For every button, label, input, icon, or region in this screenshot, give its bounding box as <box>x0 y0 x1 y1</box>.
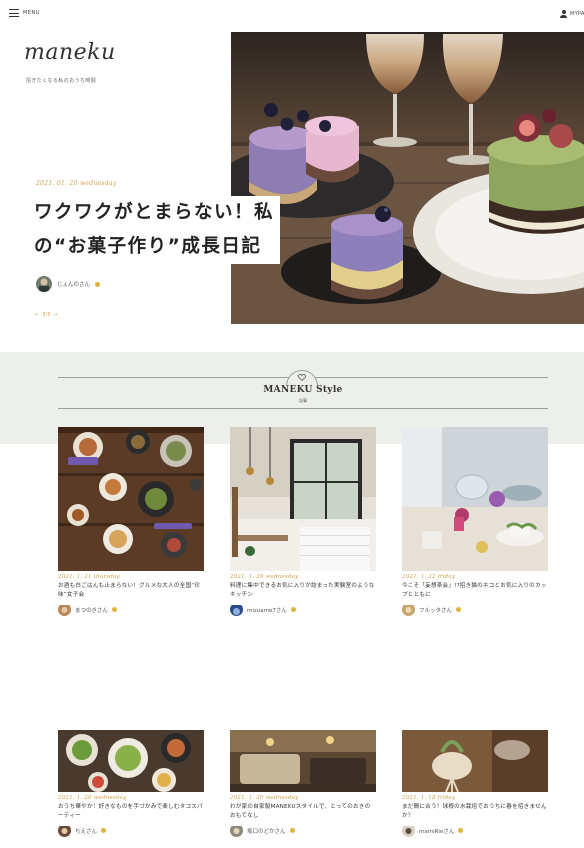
verified-badge-icon <box>290 607 296 612</box>
logo-text: maneku <box>24 40 116 65</box>
avatar <box>402 824 415 837</box>
hero-author[interactable]: じょんのさん <box>36 276 101 292</box>
hamburger-icon <box>9 9 19 18</box>
avatar <box>230 603 243 616</box>
article-card[interactable]: 2021. 1. 22 friday 今こそ「妄想茶会」!?招き猫のネコとお気に… <box>402 427 548 616</box>
article-author[interactable]: フルッタさん <box>402 603 548 616</box>
avatar <box>402 603 415 616</box>
article-card[interactable]: 2021. 1. 20 wednesday わが家の自家製MANEKUスタイルで… <box>230 730 376 837</box>
hero-title[interactable]: ワクワクがとまらない！私 の“お菓子作り”成長日記 <box>30 196 281 264</box>
article-card[interactable]: 2021. 1. 20 wednesday おうち華やか！好きなものを手づかみで… <box>58 730 204 837</box>
article-author[interactable]: 坂口のどかさん <box>230 824 376 837</box>
article-title: 料理に集中できるお気に入りが詰まった実験室のようなキッチン <box>230 583 375 598</box>
section-header: MANEKU Style 記事 <box>58 370 548 409</box>
author-name: まつのきさん <box>75 607 108 614</box>
article-title: 今こそ「妄想茶会」!?招き猫のネコとお気に入りのカップとともに <box>402 583 547 598</box>
avatar <box>230 824 243 837</box>
article-title: まだ間に合う！球根の水栽培でおうちに春を招きませんか？ <box>402 804 547 819</box>
article-author[interactable]: mizuame7さん <box>230 603 376 616</box>
avatar <box>36 276 52 292</box>
site-tagline: 招きたくなる私のおうち時間 <box>26 78 97 84</box>
hero-date: 2021. 01. 20 wednesday <box>36 180 117 187</box>
verified-badge-icon <box>458 828 464 833</box>
article-author[interactable]: ちえさん <box>58 824 204 837</box>
article-date: 2021. 1. 21 thursday <box>58 574 120 580</box>
verified-badge-icon <box>101 828 107 833</box>
article-thumbnail <box>230 730 376 792</box>
article-thumbnail <box>230 427 376 571</box>
article-card[interactable]: 2021. 1. 18 friday まだ間に合う！球根の水栽培でおうちに春を招… <box>402 730 548 837</box>
menu-button[interactable]: MENU <box>9 9 40 18</box>
article-date: 2021. 1. 18 friday <box>402 795 456 801</box>
article-date: 2021. 1. 22 friday <box>402 574 456 580</box>
author-name: mizuame7さん <box>247 607 287 614</box>
menu-label: MENU <box>23 10 40 16</box>
article-title: お酒も白ごはんも止まらない！グルメな大人の全国“珍味”女子会 <box>58 583 201 598</box>
person-icon <box>560 10 567 18</box>
next-arrow-icon[interactable]: → <box>53 312 57 318</box>
verified-badge-icon <box>111 607 117 612</box>
author-name: ちえさん <box>75 828 98 835</box>
author-name: じょんのさん <box>57 282 91 288</box>
article-thumbnail <box>402 730 548 792</box>
section-title: MANEKU Style <box>263 385 343 395</box>
hero-pager: ← 3/3 → <box>35 312 57 318</box>
hero-title-line-2: の“お菓子作り”成長日記 <box>30 230 281 264</box>
article-thumbnail <box>402 427 548 571</box>
avatar <box>58 824 71 837</box>
site-logo[interactable]: maneku <box>24 40 116 65</box>
pager-count: 3/3 <box>42 312 51 318</box>
author-name: 坂口のどかさん <box>247 828 286 835</box>
verified-badge-icon <box>456 607 462 612</box>
avatar <box>58 603 71 616</box>
article-card[interactable]: 2021. 1. 21 thursday お酒も白ごはんも止まらない！グルメな大… <box>58 427 204 616</box>
article-author[interactable]: mamiRieさん <box>402 824 548 837</box>
article-author[interactable]: まつのきさん <box>58 603 204 616</box>
hero-cakes-illustration <box>231 32 584 324</box>
mypage-label: MYPAGE <box>570 11 584 17</box>
article-card[interactable]: 2021. 1. 20 wednesday 料理に集中できるお気に入りが詰まった… <box>230 427 376 616</box>
hero-title-line-1: ワクワクがとまらない！私 <box>30 196 281 230</box>
article-thumbnail <box>58 730 204 792</box>
verified-badge-icon <box>95 281 101 287</box>
top-bar: MENU MYPAGE <box>0 0 584 30</box>
article-title: おうち華やか！好きなものを手づかみで楽しむタコスパーティー <box>58 804 203 819</box>
article-date: 2021. 1. 20 wednesday <box>230 574 299 580</box>
author-name: mamiRieさん <box>419 828 455 835</box>
article-date: 2021. 1. 20 wednesday <box>230 795 299 801</box>
prev-arrow-icon[interactable]: ← <box>35 312 39 318</box>
author-name: フルッタさん <box>419 607 453 614</box>
verified-badge-icon <box>289 828 295 833</box>
article-thumbnail <box>58 427 204 571</box>
mypage-link[interactable]: MYPAGE <box>560 10 584 18</box>
article-date: 2021. 1. 20 wednesday <box>58 795 127 801</box>
hero-image[interactable] <box>231 32 584 324</box>
article-title: わが家の自家製MANEKUスタイルで、とってのおきのおもてなし <box>230 804 371 819</box>
section-subtitle: 記事 <box>299 398 307 403</box>
